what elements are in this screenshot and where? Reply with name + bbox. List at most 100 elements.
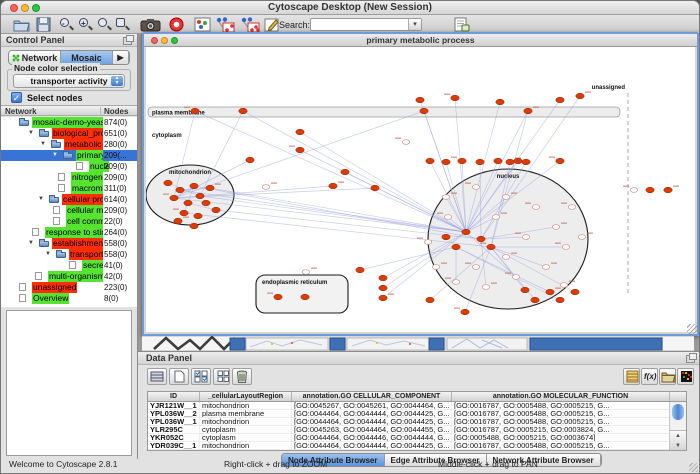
network-node[interactable] — [176, 187, 184, 193]
tree-row[interactable]: cellular metabol209(0) — [1, 205, 137, 216]
tree-row[interactable]: multi-organism pro42(0) — [1, 271, 137, 282]
network-node[interactable] — [462, 229, 470, 235]
network-node[interactable] — [512, 275, 519, 280]
network-node[interactable] — [556, 158, 564, 164]
birdseye-view-panel[interactable] — [6, 310, 132, 456]
network-node[interactable] — [452, 280, 459, 285]
node-color-dropdown[interactable]: transporter activity ▲▼ — [13, 74, 125, 88]
network-node[interactable] — [164, 180, 172, 186]
tree-row[interactable]: mosaic-demo-yeast874(0) — [1, 117, 137, 128]
network-node[interactable] — [546, 289, 554, 295]
table-row[interactable]: YLR295Ccytoplasm[GO:0045263, GO:0044464,… — [148, 426, 686, 434]
tree-row[interactable]: ▼metabolic process280(0) — [1, 139, 137, 150]
network-node[interactable] — [194, 213, 202, 219]
open-folder-icon[interactable] — [13, 17, 30, 32]
heatmap-matrix-icon[interactable] — [677, 368, 694, 385]
expander-icon[interactable]: ▼ — [40, 139, 46, 150]
network-node[interactable] — [472, 265, 479, 270]
network-node[interactable] — [174, 218, 182, 224]
zoom-region-icon[interactable] — [96, 17, 113, 32]
unselect-attributes-icon[interactable] — [213, 368, 230, 385]
column-header[interactable]: annotation.GO MOLECULAR_FUNCTION — [452, 392, 670, 401]
network-node[interactable] — [329, 183, 337, 189]
search-input[interactable]: ▾ — [310, 18, 422, 31]
tree-row[interactable]: ▼cellular process614(0) — [1, 194, 137, 205]
network-node[interactable] — [341, 169, 349, 175]
network-node[interactable] — [432, 265, 439, 270]
network-node[interactable] — [576, 93, 584, 99]
network-node[interactable] — [420, 108, 428, 114]
network-canvas[interactable]: plasma membranecytoplasmmitochondrionnuc… — [146, 47, 695, 332]
network-node[interactable] — [506, 159, 514, 165]
network-node[interactable] — [246, 157, 254, 163]
select-attributes-icon[interactable] — [191, 368, 211, 385]
attribute-list-icon[interactable] — [623, 368, 640, 385]
network-node[interactable] — [212, 207, 220, 213]
tree-row[interactable]: ▼transport558(0) — [1, 249, 137, 260]
tree-row[interactable]: nucleobase-209(0) — [1, 161, 137, 172]
network-node[interactable] — [461, 309, 469, 315]
network-node[interactable] — [426, 297, 434, 303]
network-node[interactable] — [442, 159, 450, 165]
network-node[interactable] — [571, 289, 579, 295]
network-node[interactable] — [522, 235, 529, 240]
network-node[interactable] — [426, 158, 434, 164]
network-node[interactable] — [442, 195, 449, 200]
expander-icon[interactable]: ▼ — [45, 249, 51, 260]
network-node[interactable] — [239, 108, 247, 114]
network-node[interactable] — [190, 183, 198, 189]
save-icon[interactable] — [35, 17, 52, 32]
network-node[interactable] — [206, 185, 214, 191]
table-row[interactable]: YKR052Ccytoplasm[GO:0044464, GO:0044446,… — [148, 434, 686, 442]
network-node[interactable] — [379, 295, 387, 301]
tree-row[interactable]: cell communicati22(0) — [1, 216, 137, 227]
network-node[interactable] — [496, 99, 504, 105]
table-row[interactable]: YPL036W__1mitochondrion[GO:0044464, GO:0… — [148, 418, 686, 426]
table-row[interactable]: YPL036W__2plasma membrane[GO:0044464, GO… — [148, 410, 686, 418]
network-node[interactable] — [502, 255, 509, 260]
network-node[interactable] — [556, 97, 564, 103]
network-node[interactable] — [379, 285, 387, 291]
network-node[interactable] — [296, 147, 304, 153]
window-resize-grip[interactable] — [687, 324, 697, 334]
delete-attribute-trash-icon[interactable] — [232, 368, 252, 385]
tree-row[interactable]: unassigned223(0) — [1, 282, 137, 293]
network-node[interactable] — [524, 108, 532, 114]
network-node[interactable] — [184, 200, 192, 206]
network-node[interactable] — [371, 185, 379, 191]
network-node[interactable] — [494, 158, 502, 164]
tree-row[interactable]: ▼biological_process651(0) — [1, 128, 137, 139]
network-node[interactable] — [196, 193, 204, 199]
tree-row[interactable]: macromolecule311(0) — [1, 183, 137, 194]
network-node[interactable] — [451, 95, 459, 101]
network-node[interactable] — [664, 187, 672, 193]
new-attribute-icon[interactable] — [169, 368, 189, 385]
network-node[interactable] — [262, 185, 269, 190]
network-node[interactable] — [170, 195, 178, 201]
graphics-details-icon[interactable] — [194, 17, 211, 32]
network-node[interactable] — [274, 294, 282, 300]
network-node[interactable] — [531, 297, 539, 303]
function-builder-icon[interactable]: f(x) — [641, 368, 658, 385]
snapshot-camera-icon[interactable] — [140, 17, 161, 32]
network-node[interactable] — [502, 195, 509, 200]
tree-row[interactable]: nitrogen compou209(0) — [1, 172, 137, 183]
network-node[interactable] — [521, 287, 529, 293]
network-node[interactable] — [532, 205, 539, 210]
network-node[interactable] — [296, 129, 304, 135]
network-node[interactable] — [424, 240, 431, 245]
network-node[interactable] — [492, 215, 499, 220]
float-panel-icon[interactable] — [686, 355, 695, 363]
network-node[interactable] — [646, 187, 654, 193]
zoom-out-icon[interactable]: - — [58, 17, 75, 32]
float-panel-icon[interactable] — [123, 37, 132, 45]
network-node[interactable] — [452, 244, 460, 250]
network-node[interactable] — [556, 297, 564, 303]
show-table-icon[interactable] — [147, 368, 167, 385]
network-node[interactable] — [482, 285, 489, 290]
network-node[interactable] — [477, 236, 485, 242]
scrollbar-arrows[interactable]: ▲▼ — [670, 430, 686, 450]
network-node[interactable] — [562, 245, 569, 250]
network-node[interactable] — [560, 283, 567, 288]
search-dropdown-arrow-icon[interactable]: ▾ — [408, 19, 421, 30]
